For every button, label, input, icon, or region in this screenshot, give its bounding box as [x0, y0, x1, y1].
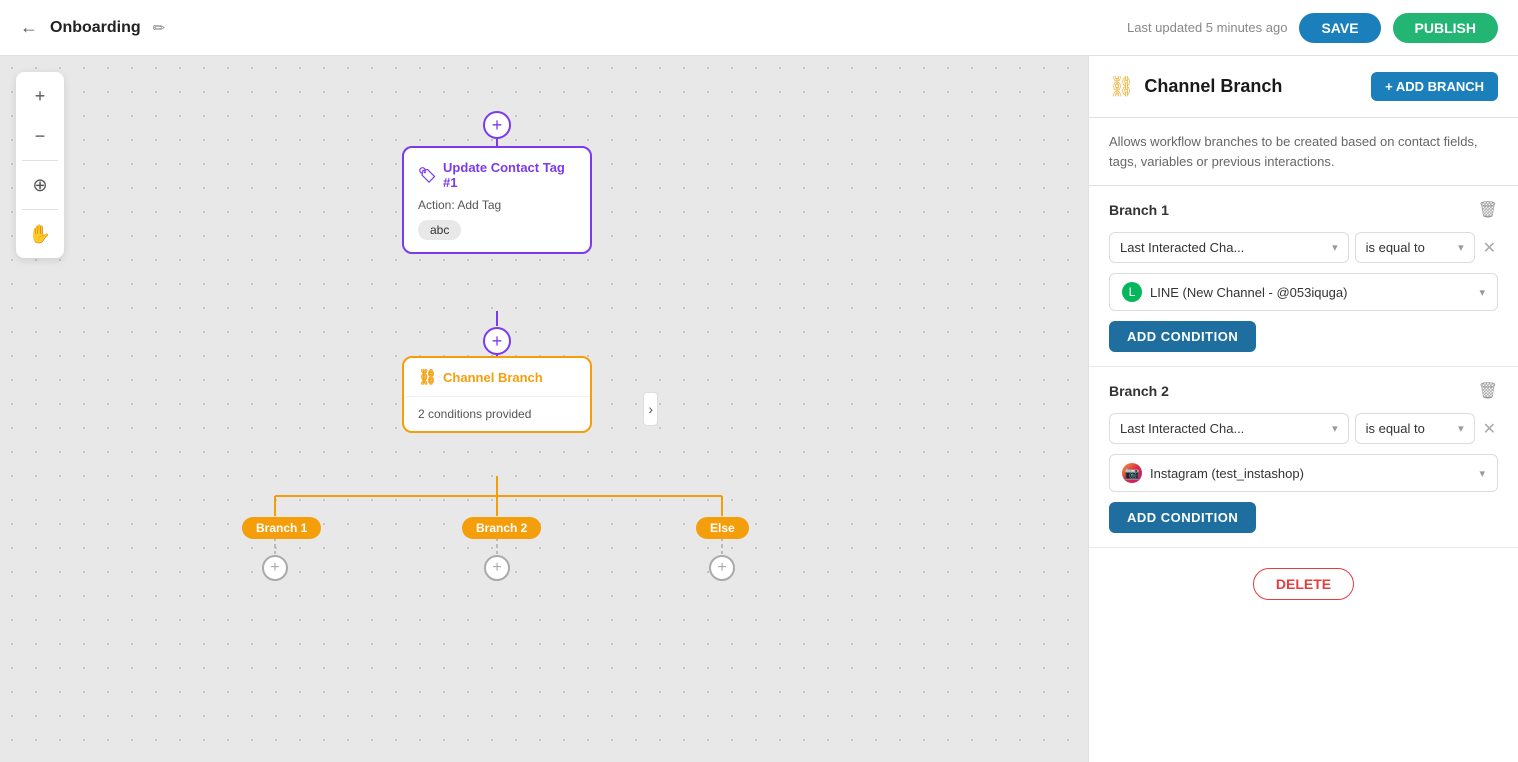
delete-channel-branch-button[interactable]: DELETE [1253, 568, 1354, 600]
panel-title: Channel Branch [1144, 76, 1282, 97]
topbar-right: Last updated 5 minutes ago SAVE PUBLISH [1127, 13, 1498, 43]
app-title: Onboarding [50, 19, 141, 37]
branch-1-add-condition-button[interactable]: ADD CONDITION [1109, 321, 1256, 352]
branch-1-field-select[interactable]: Last Interacted Cha... ▾ [1109, 232, 1349, 263]
branch-1-field-value: Last Interacted Cha... [1120, 240, 1244, 255]
plus-icon-3: + [270, 559, 279, 577]
branch-1-badge[interactable]: Branch 1 [242, 517, 321, 539]
branch-1-header: Branch 1 🗑 [1109, 200, 1498, 220]
branch-1-delete-button[interactable]: 🗑 [1478, 200, 1498, 220]
branch-1-condition-row: Last Interacted Cha... ▾ is equal to ▾ ✕ [1109, 232, 1498, 263]
channel-branch-conditions: 2 conditions provided [404, 397, 590, 431]
save-button[interactable]: SAVE [1299, 13, 1380, 43]
chevron-down-icon: ▾ [1332, 241, 1338, 254]
topbar: ← Onboarding ✏ Last updated 5 minutes ag… [0, 0, 1518, 56]
panel-header-left: ⛓ Channel Branch [1109, 74, 1282, 99]
branch-1-section: Branch 1 🗑 Last Interacted Cha... ▾ is e… [1089, 186, 1518, 367]
branch-2-channel-value: Instagram (test_instashop) [1150, 466, 1304, 481]
panel-description: Allows workflow branches to be created b… [1089, 118, 1518, 186]
add-branch-button[interactable]: + ADD BRANCH [1371, 72, 1498, 101]
branch-1-operator-select[interactable]: is equal to ▾ [1355, 232, 1475, 263]
branch-2-field-value: Last Interacted Cha... [1120, 421, 1244, 436]
branch-2-channel-select[interactable]: 📷 Instagram (test_instashop) ▾ [1109, 454, 1498, 492]
topbar-left: ← Onboarding ✏ [20, 17, 165, 38]
edit-icon[interactable]: ✏ [153, 19, 166, 37]
branch-1-channel-value: LINE (New Channel - @053iquga) [1150, 285, 1347, 300]
fit-view-button[interactable]: ⊕ [22, 167, 58, 203]
branch-2-section-label: Branch 2 [1109, 383, 1169, 399]
plus-icon-2: + [492, 331, 503, 352]
zoom-out-button[interactable]: − [22, 118, 58, 154]
branch-2-label: Branch 2 [476, 521, 527, 535]
branch-1-section-label: Branch 1 [1109, 202, 1169, 218]
toolbar-divider-2 [22, 209, 58, 210]
plus-icon: + [492, 115, 503, 136]
panel-header: ⛓ Channel Branch + ADD BRANCH [1089, 56, 1518, 118]
top-add-node-button[interactable]: + [483, 111, 511, 139]
channel-branch-node-title: Channel Branch [443, 370, 543, 385]
last-updated-text: Last updated 5 minutes ago [1127, 20, 1287, 35]
update-tag-node-title: Update Contact Tag #1 [443, 160, 576, 190]
crosshair-icon: ⊕ [32, 175, 47, 196]
branch-2-condition-remove-button[interactable]: ✕ [1481, 417, 1498, 441]
branch-2-operator-value: is equal to [1366, 421, 1425, 436]
branch-2-section: Branch 2 🗑 Last Interacted Cha... ▾ is e… [1089, 367, 1518, 548]
right-panel: ⛓ Channel Branch + ADD BRANCH Allows wor… [1088, 56, 1518, 762]
branch-2-badge[interactable]: Branch 2 [462, 517, 541, 539]
update-tag-node[interactable]: 🏷 Update Contact Tag #1 Action: Add Tag … [402, 146, 592, 254]
else-label: Else [710, 521, 735, 535]
back-button[interactable]: ← [20, 17, 38, 38]
channel-branch-panel-icon: ⛓ [1109, 74, 1134, 99]
chevron-down-icon-3: ▾ [1479, 286, 1485, 299]
zoom-in-button[interactable]: + [22, 78, 58, 114]
channel-branch-node[interactable]: ⛓ Channel Branch 2 conditions provided [402, 356, 592, 433]
plus-icon-4: + [492, 559, 501, 577]
branch-2-add-button[interactable]: + [484, 555, 510, 581]
pan-button[interactable]: ✋ [22, 216, 58, 252]
publish-button[interactable]: PUBLISH [1393, 13, 1498, 43]
branch-2-delete-button[interactable]: 🗑 [1478, 381, 1498, 401]
back-icon: ← [20, 17, 38, 38]
hand-icon: ✋ [29, 224, 51, 245]
branch-2-header: Branch 2 🗑 [1109, 381, 1498, 401]
collapse-panel-button[interactable]: › [643, 392, 658, 426]
else-badge[interactable]: Else [696, 517, 749, 539]
branch-1-channel-select[interactable]: L LINE (New Channel - @053iquga) ▾ [1109, 273, 1498, 311]
instagram-icon: 📷 [1122, 463, 1142, 483]
channel-branch-node-header: ⛓ Channel Branch [404, 358, 590, 397]
workflow-canvas: + − ⊕ ✋ › [0, 56, 1088, 762]
branch-2-condition-row: Last Interacted Cha... ▾ is equal to ▾ ✕ [1109, 413, 1498, 444]
update-tag-action-label: Action: Add Tag [418, 198, 576, 212]
chevron-down-icon-2: ▾ [1458, 241, 1464, 254]
tag-icon: 🏷 [418, 166, 437, 184]
branch-icon: ⛓ [418, 368, 437, 386]
branch-1-operator-value: is equal to [1366, 240, 1425, 255]
chevron-down-icon-4: ▾ [1332, 422, 1338, 435]
main-layout: + − ⊕ ✋ › [0, 56, 1518, 762]
branch-1-add-button[interactable]: + [262, 555, 288, 581]
zoom-in-icon: + [35, 86, 46, 107]
branch-2-add-condition-button[interactable]: ADD CONDITION [1109, 502, 1256, 533]
else-add-button[interactable]: + [709, 555, 735, 581]
left-toolbar: + − ⊕ ✋ [16, 72, 64, 258]
toolbar-divider [22, 160, 58, 161]
chevron-down-icon-5: ▾ [1458, 422, 1464, 435]
line-icon: L [1122, 282, 1142, 302]
branch-1-condition-remove-button[interactable]: ✕ [1481, 236, 1498, 260]
middle-add-node-button[interactable]: + [483, 327, 511, 355]
chevron-right-icon: › [648, 401, 653, 417]
zoom-out-icon: − [35, 126, 46, 147]
chevron-down-icon-6: ▾ [1479, 467, 1485, 480]
branch-2-operator-select[interactable]: is equal to ▾ [1355, 413, 1475, 444]
branch-1-label: Branch 1 [256, 521, 307, 535]
update-tag-node-header: 🏷 Update Contact Tag #1 [418, 160, 576, 190]
branch-2-field-select[interactable]: Last Interacted Cha... ▾ [1109, 413, 1349, 444]
plus-icon-5: + [717, 559, 726, 577]
abc-badge: abc [418, 220, 461, 240]
